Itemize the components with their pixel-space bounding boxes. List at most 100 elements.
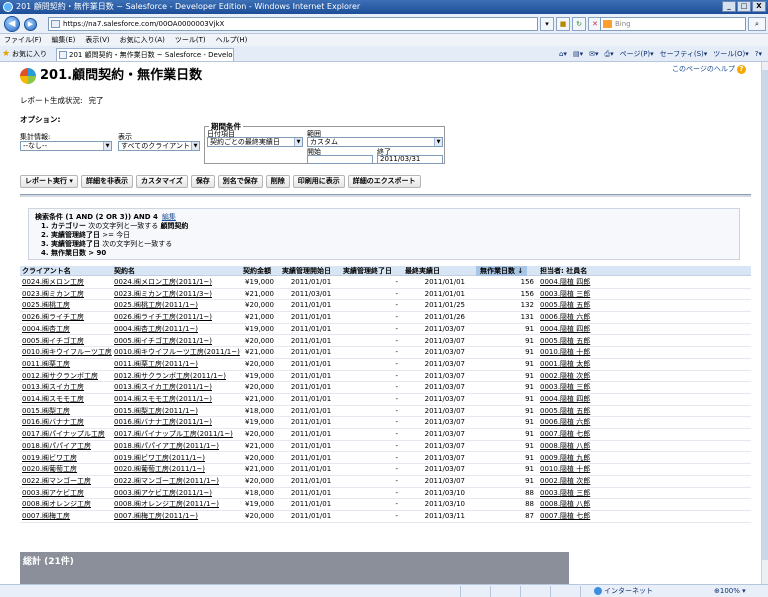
save-as-button[interactable]: 別名で保存	[217, 175, 263, 188]
favorites-star-icon[interactable]: ★	[2, 46, 10, 62]
cell-client[interactable]: 0020.㈱葡萄工房	[22, 464, 77, 475]
cell-owner[interactable]: 0005.隠植 五郎	[540, 336, 590, 347]
search-icon[interactable]: ⌕	[748, 17, 766, 31]
favorites-label[interactable]: お気に入り	[12, 46, 47, 62]
cell-owner[interactable]: 0008.隠植 八郎	[540, 499, 590, 510]
page-menu[interactable]: ページ(P)▾	[620, 46, 654, 62]
cell-contract[interactable]: 0019.㈱ビワ工房(2011/1~)	[114, 453, 205, 464]
safety-menu[interactable]: セーフティ(S)▾	[660, 46, 708, 62]
cell-contract[interactable]: 0018.㈱パパイア工房(2011/1~)	[114, 441, 219, 452]
security-zone[interactable]: インターネット	[594, 585, 653, 597]
cell-contract[interactable]: 0014.㈱スモモ工房(2011/1~)	[114, 394, 212, 405]
minimize-button[interactable]: _	[722, 1, 736, 12]
cell-client[interactable]: 0019.㈱ビワ工房	[22, 453, 77, 464]
cell-owner[interactable]: 0004.隠植 四郎	[540, 394, 590, 405]
cell-contract[interactable]: 0004.㈱杏工房(2011/1~)	[114, 324, 198, 335]
cell-owner[interactable]: 0003.隠植 三郎	[540, 382, 590, 393]
cell-client[interactable]: 0004.㈱杏工房	[22, 324, 70, 335]
cell-client[interactable]: 0018.㈱パパイア工房	[22, 441, 91, 452]
cell-client[interactable]: 0008.㈱オレンジ工房	[22, 499, 91, 510]
forward-button[interactable]: ▶	[24, 18, 37, 31]
run-report-button[interactable]: レポート実行 ▾	[20, 175, 78, 188]
print-icon[interactable]: ⎙▾	[604, 46, 613, 62]
lock-icon[interactable]: ■	[556, 17, 570, 31]
filter-edit-link[interactable]: 編集	[162, 213, 176, 221]
help-link[interactable]: このページのヘルプ?	[672, 64, 746, 74]
vertical-scrollbar[interactable]	[761, 62, 768, 584]
tools-menu[interactable]: ツール(O)▾	[713, 46, 749, 62]
column-header-contract[interactable]: 契約名	[114, 266, 135, 276]
cell-client[interactable]: 0007.㈱梅工房	[22, 511, 70, 522]
cell-owner[interactable]: 0006.隠植 六郎	[540, 312, 590, 323]
cell-contract[interactable]: 0022.㈱マンゴー工房(2011/1~)	[114, 476, 219, 487]
help-menu-icon[interactable]: ?▾	[755, 46, 762, 62]
export-details-button[interactable]: 詳細のエクスポート	[347, 175, 421, 188]
cell-contract[interactable]: 0010.㈱キウイフルーツ工房(2011/1~)	[114, 347, 240, 358]
mail-icon[interactable]: ✉▾	[589, 46, 598, 62]
cell-contract[interactable]: 0013.㈱スイカ工房(2011/1~)	[114, 382, 212, 393]
search-input[interactable]: Bing	[600, 17, 746, 31]
printable-view-button[interactable]: 印刷用に表示	[292, 175, 345, 188]
browser-tab[interactable]: 201 顧問契約・無作業日数 ~ Salesforce - Develope..…	[56, 48, 234, 61]
cell-owner[interactable]: 0003.隠植 三郎	[540, 488, 590, 499]
save-button[interactable]: 保存	[190, 175, 215, 188]
cell-client[interactable]: 0017.㈱パイナップル工房	[22, 429, 105, 440]
end-date-input[interactable]: 2011/03/31	[377, 155, 443, 164]
cell-owner[interactable]: 0005.隠植 五郎	[540, 300, 590, 311]
summarize-select[interactable]: --なし-- ▼	[20, 141, 112, 151]
cell-contract[interactable]: 0011.㈱栗工房(2011/1~)	[114, 359, 198, 370]
cell-client[interactable]: 0014.㈱スモモ工房	[22, 394, 84, 405]
cell-owner[interactable]: 0002.隠植 次郎	[540, 371, 590, 382]
column-header-start-date[interactable]: 実績管理開始日	[282, 266, 331, 276]
column-header-idle-days[interactable]: 無作業日数 ↓	[476, 266, 528, 276]
cell-owner[interactable]: 0008.隠植 八郎	[540, 441, 590, 452]
date-field-select[interactable]: 契約ごとの最終実績日 ▼	[207, 137, 303, 147]
column-header-amount[interactable]: 契約金額	[243, 266, 271, 276]
column-header-owner[interactable]: 担当者: 社員名	[540, 266, 587, 276]
cell-client[interactable]: 0005.㈱イチゴ工房	[22, 336, 84, 347]
cell-owner[interactable]: 0006.隠植 六郎	[540, 417, 590, 428]
cell-client[interactable]: 0003.㈱アケビ工房	[22, 488, 84, 499]
zoom-level[interactable]: ⊕100% ▾	[714, 585, 746, 597]
refresh-icon[interactable]: ↻	[572, 17, 586, 31]
customize-button[interactable]: カスタマイズ	[135, 175, 188, 188]
cell-contract[interactable]: 0008.㈱オレンジ工房(2011/1~)	[114, 499, 219, 510]
cell-contract[interactable]: 0026.㈱ライチ工房(2011/1~)	[114, 312, 212, 323]
menu-tools[interactable]: ツール(T)	[175, 34, 206, 46]
cell-client[interactable]: 0012.㈱サクランボ工房	[22, 371, 98, 382]
cell-owner[interactable]: 0001.隠植 太郎	[540, 359, 590, 370]
cell-client[interactable]: 0015.㈱梨工房	[22, 406, 70, 417]
cell-owner[interactable]: 0004.隠植 四郎	[540, 277, 590, 288]
cell-owner[interactable]: 0009.隠植 九郎	[540, 453, 590, 464]
cell-contract[interactable]: 0023.㈱ミカン工房(2011/3~)	[114, 289, 212, 300]
cell-owner[interactable]: 0007.隠植 七郎	[540, 429, 590, 440]
cell-contract[interactable]: 0007.㈱梅工房(2011/1~)	[114, 511, 198, 522]
cell-contract[interactable]: 0017.㈱パイナップル工房(2011/1~)	[114, 429, 233, 440]
menu-file[interactable]: ファイル(F)	[4, 34, 42, 46]
cell-contract[interactable]: 0015.㈱梨工房(2011/1~)	[114, 406, 198, 417]
hide-details-button[interactable]: 詳細を非表示	[80, 175, 133, 188]
address-dropdown-icon[interactable]: ▾	[540, 17, 554, 31]
cell-contract[interactable]: 0016.㈱バナナ工房(2011/1~)	[114, 417, 212, 428]
column-header-client[interactable]: クライアント名	[22, 266, 71, 276]
cell-contract[interactable]: 0012.㈱サクランボ工房(2011/1~)	[114, 371, 226, 382]
cell-owner[interactable]: 0010.隠植 十郎	[540, 464, 590, 475]
cell-owner[interactable]: 0007.隠植 七郎	[540, 511, 590, 522]
menu-favorites[interactable]: お気に入り(A)	[120, 34, 165, 46]
cell-owner[interactable]: 0010.隠植 十郎	[540, 347, 590, 358]
column-header-last-date[interactable]: 最終実績日	[405, 266, 440, 276]
cell-contract[interactable]: 0003.㈱アケビ工房(2011/1~)	[114, 488, 212, 499]
cell-contract[interactable]: 0024.㈱メロン工房(2011/1~)	[114, 277, 212, 288]
delete-button[interactable]: 削除	[265, 175, 290, 188]
cell-owner[interactable]: 0005.隠植 五郎	[540, 406, 590, 417]
cell-client[interactable]: 0010.㈱キウイフルーツ工房	[22, 347, 112, 358]
cell-client[interactable]: 0013.㈱スイカ工房	[22, 382, 84, 393]
back-button[interactable]: ◀	[4, 16, 20, 32]
cell-owner[interactable]: 0003.隠植 三郎	[540, 289, 590, 300]
menu-help[interactable]: ヘルプ(H)	[216, 34, 248, 46]
cell-client[interactable]: 0022.㈱マンゴー工房	[22, 476, 91, 487]
start-date-input[interactable]	[307, 155, 373, 164]
cell-client[interactable]: 0026.㈱ライチ工房	[22, 312, 84, 323]
address-bar[interactable]: https://na7.salesforce.com/00OA0000003Vj…	[48, 17, 538, 31]
scrollbar-thumb[interactable]	[762, 70, 768, 560]
